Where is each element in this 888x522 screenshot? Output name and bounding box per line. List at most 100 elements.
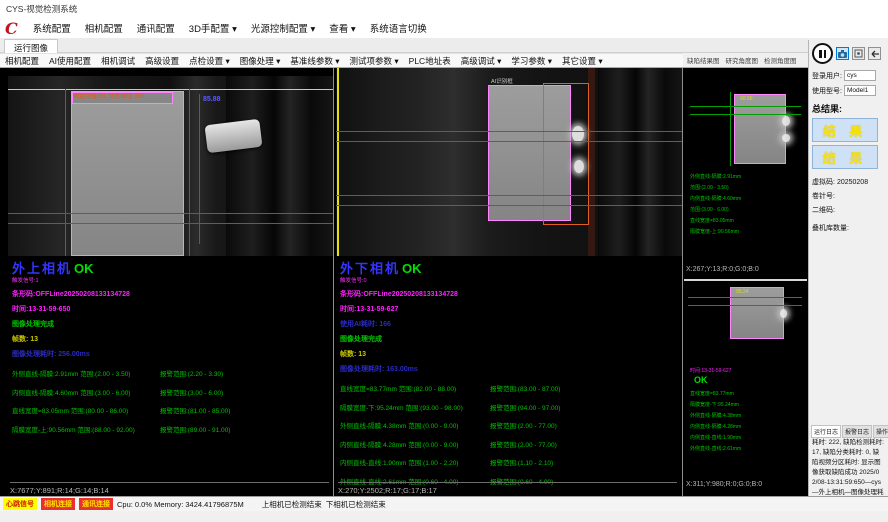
control-side-panel: 登录用户: cys 使用型号: Model1 总结果: 结 果 结 果 虚拟码:… — [808, 40, 888, 496]
pause-button[interactable] — [812, 43, 833, 64]
camera-title: 外上相机 — [12, 261, 72, 276]
needle-label: 卷针号: — [812, 191, 835, 201]
toolbar-item[interactable]: 图像处理 ▾ — [235, 55, 286, 67]
toolbar-item[interactable]: AI使用配置 — [44, 55, 96, 67]
toolbar-item[interactable]: 测试项参数 ▾ — [345, 55, 404, 67]
panel-divider — [682, 68, 683, 497]
window-title: CYS-视觉检测系统 — [6, 3, 77, 15]
barcode-line: 条形码:OFFLine20250208133134728 — [340, 289, 560, 299]
app-logo-icon: C — [5, 19, 18, 38]
toolbar-item[interactable]: 高级设置 — [140, 55, 184, 67]
machine-structure — [226, 76, 333, 256]
thumb-value-overlay: 90.56 — [740, 96, 753, 102]
measurement-list: 直线宽度=83.77mm 范围:(82.00 - 88.00) 报警范围:(83… — [340, 383, 560, 486]
proc-time-line: 图像处理耗时: 256.00ms — [12, 349, 230, 359]
measure-green-line — [336, 205, 682, 206]
measure-green-line — [336, 195, 682, 196]
login-user-value: cys — [844, 70, 876, 81]
measurement-value: 内侧直线-隔膜:4.28mm 范围:(0.00 - 9.00) — [340, 439, 490, 449]
toolbar-item[interactable]: 相机配置 — [0, 55, 44, 67]
measurement-value: 直线宽度=83.77mm 范围:(82.00 - 88.00) — [340, 383, 490, 393]
qr-label: 二维码: — [812, 205, 835, 215]
app-window: CYS-视觉检测系统 C 系统配置相机配置通讯配置3D手配置 ▾光源控制配置 ▾… — [0, 0, 888, 522]
thumbnail-top-view[interactable]: 90.56 外侧直线-隔膜:2.91mm范围:(2.00 - 3.50)内侧直线… — [684, 76, 807, 279]
result-ok-label: OK — [402, 261, 422, 276]
menu-items: 系统配置相机配置通讯配置3D手配置 ▾光源控制配置 ▾查看 ▾系统语言切换 — [26, 21, 434, 35]
thumbnail-tab[interactable]: 检测角度图 — [761, 55, 800, 65]
thumbnail-bottom-view[interactable]: 95.24 时间:13-31-59-627 OK 直线宽度=83.77mm隔膜宽… — [684, 283, 807, 497]
thumb-measure-lines: 直线宽度=83.77mm隔膜宽度-下:95.24mm外侧直线-隔膜:4.38mm… — [690, 389, 741, 455]
measurement-row: 外侧直线-隔膜:4.38mm 范围:(0.00 - 9.00) 报警范围:(2.… — [340, 420, 560, 430]
machine-structure — [598, 68, 682, 256]
thumbnail-column: 90.56 外侧直线-隔膜:2.91mm范围:(2.00 - 3.50)内侧直线… — [684, 68, 807, 497]
measure-green-line — [688, 297, 802, 298]
capture-button[interactable] — [852, 47, 865, 60]
needle-row: 卷针号: — [812, 191, 886, 201]
left-camera-image[interactable]: 固定阈值:93, 动态阈值:100 85.88 — [8, 76, 333, 256]
measurement-value: 隔膜宽度-上:90.56mm 范围:(88.00 - 92.00) — [12, 424, 160, 434]
status-line: 图像处理完成 — [12, 319, 230, 329]
cell-region — [734, 94, 786, 164]
alarm-range: 报警范围:(89.00 - 91.00) — [160, 424, 230, 434]
thumb-measure-line: 范围:(2.00 - 3.50) — [690, 183, 741, 194]
toolbar-item[interactable]: 学习参数 ▾ — [506, 55, 557, 67]
toolbar-item[interactable]: 相机调试 — [96, 55, 140, 67]
left-camera-panel: 固定阈值:93, 动态阈值:100 85.88 外上相机OK 触发信号:1 条形… — [8, 68, 333, 497]
toolbar-item[interactable]: PLC地址表 — [404, 55, 456, 67]
measurement-list: 外侧直线-隔膜:2.91mm 范围:(2.00 - 3.50) 报警范围:(2.… — [12, 368, 230, 434]
center-camera-panel: AI识别框 外下相机OK 触发信号:0 条形码:OFFLine202502081… — [336, 68, 682, 497]
comm-connect-badge: 通讯连接 — [79, 498, 113, 510]
thumbnail-tab[interactable]: 缺陷结果图 — [684, 55, 723, 65]
qr-row: 二维码: — [812, 205, 886, 215]
baseline-yellow-line — [337, 68, 339, 256]
thumbnail-tab[interactable]: 研究角度图 — [723, 55, 762, 65]
menu-item[interactable]: 通讯配置 — [130, 21, 182, 35]
thumb-value-overlay: 95.24 — [736, 289, 749, 295]
toolbar-item[interactable]: 其它设置 ▾ — [557, 55, 608, 67]
menu-item[interactable]: 系统配置 — [26, 21, 78, 35]
thumb-measure-line: 外侧直线-直线:2.61mm — [690, 444, 741, 455]
measurement-value: 内侧直线-直线:1.90mm 范围:(1.00 - 2.20) — [340, 457, 490, 467]
measurement-row: 外侧直线-隔膜:2.91mm 范围:(2.00 - 3.50) 报警范围:(2.… — [12, 368, 230, 378]
toolbar-item[interactable]: 基准线参数 ▾ — [285, 55, 344, 67]
thumb-measure-line: 隔膜宽度-下:95.24mm — [690, 400, 741, 411]
measure-green-line — [8, 223, 333, 224]
heartbeat-status-badge: 心跳信号 — [3, 498, 37, 510]
menu-item[interactable]: 系统语言切换 — [363, 21, 434, 35]
left-camera-info: 外上相机OK 触发信号:1 条形码:OFFLine202502081331347… — [12, 260, 230, 442]
menu-item[interactable]: 光源控制配置 ▾ — [244, 21, 322, 35]
machine-redband — [588, 68, 595, 256]
menu-item[interactable]: 查看 ▾ — [322, 21, 362, 35]
log-tab-operation[interactable]: 操作日志 — [873, 425, 888, 438]
measure-green-line — [688, 305, 802, 306]
measurement-row: 内侧直线-直线:1.90mm 范围:(1.00 - 2.20) 报警范围:(1.… — [340, 457, 560, 467]
camera-connect-badge: 相机连接 — [41, 498, 75, 510]
baseline-yellow-line — [8, 89, 333, 90]
menu-item[interactable]: 相机配置 — [78, 21, 130, 35]
result-ok-label: OK — [74, 261, 94, 276]
log-tab-run[interactable]: 运行日志 — [811, 425, 841, 438]
toolbar-item[interactable]: 点检设置 ▾ — [184, 55, 235, 67]
log-tab-alarm[interactable]: 报警日志 — [842, 425, 872, 438]
bright-spot — [574, 160, 584, 173]
measurement-row: 内侧直线-隔膜:4.28mm 范围:(0.00 - 9.00) 报警范围:(2.… — [340, 439, 560, 449]
measurement-value: 外侧直线-隔膜:2.91mm 范围:(2.00 - 3.50) — [12, 368, 160, 378]
thumbnail-separator — [684, 279, 807, 281]
menu-item[interactable]: 3D手配置 ▾ — [182, 21, 244, 35]
thumb-measure-line: 内侧直线-隔膜:4.28mm — [690, 422, 741, 433]
bright-spot — [572, 126, 584, 142]
camera-view-button[interactable] — [836, 47, 849, 60]
bright-spot — [780, 309, 787, 318]
thumb-measure-line: 外侧直线-隔膜:4.38mm — [690, 411, 741, 422]
back-button[interactable] — [868, 47, 881, 60]
measure-green-line — [336, 131, 682, 132]
camera-title: 外下相机 — [340, 261, 400, 276]
measure-green-line — [690, 114, 801, 115]
alarm-range: 报警范围:(94.00 - 97.00) — [490, 402, 560, 412]
toolbar: 相机配置AI使用配置相机调试高级设置点检设置 ▾图像处理 ▾基准线参数 ▾测试项… — [0, 53, 683, 67]
center-camera-image[interactable]: AI识别框 — [336, 68, 682, 256]
edge-green-line — [730, 92, 731, 166]
measure-green-line — [690, 106, 801, 107]
toolbar-item[interactable]: 高级调试 ▾ — [456, 55, 507, 67]
cursor-coords-readout: X:7677;Y:891;R:14;G:14;B:14 — [10, 482, 329, 495]
